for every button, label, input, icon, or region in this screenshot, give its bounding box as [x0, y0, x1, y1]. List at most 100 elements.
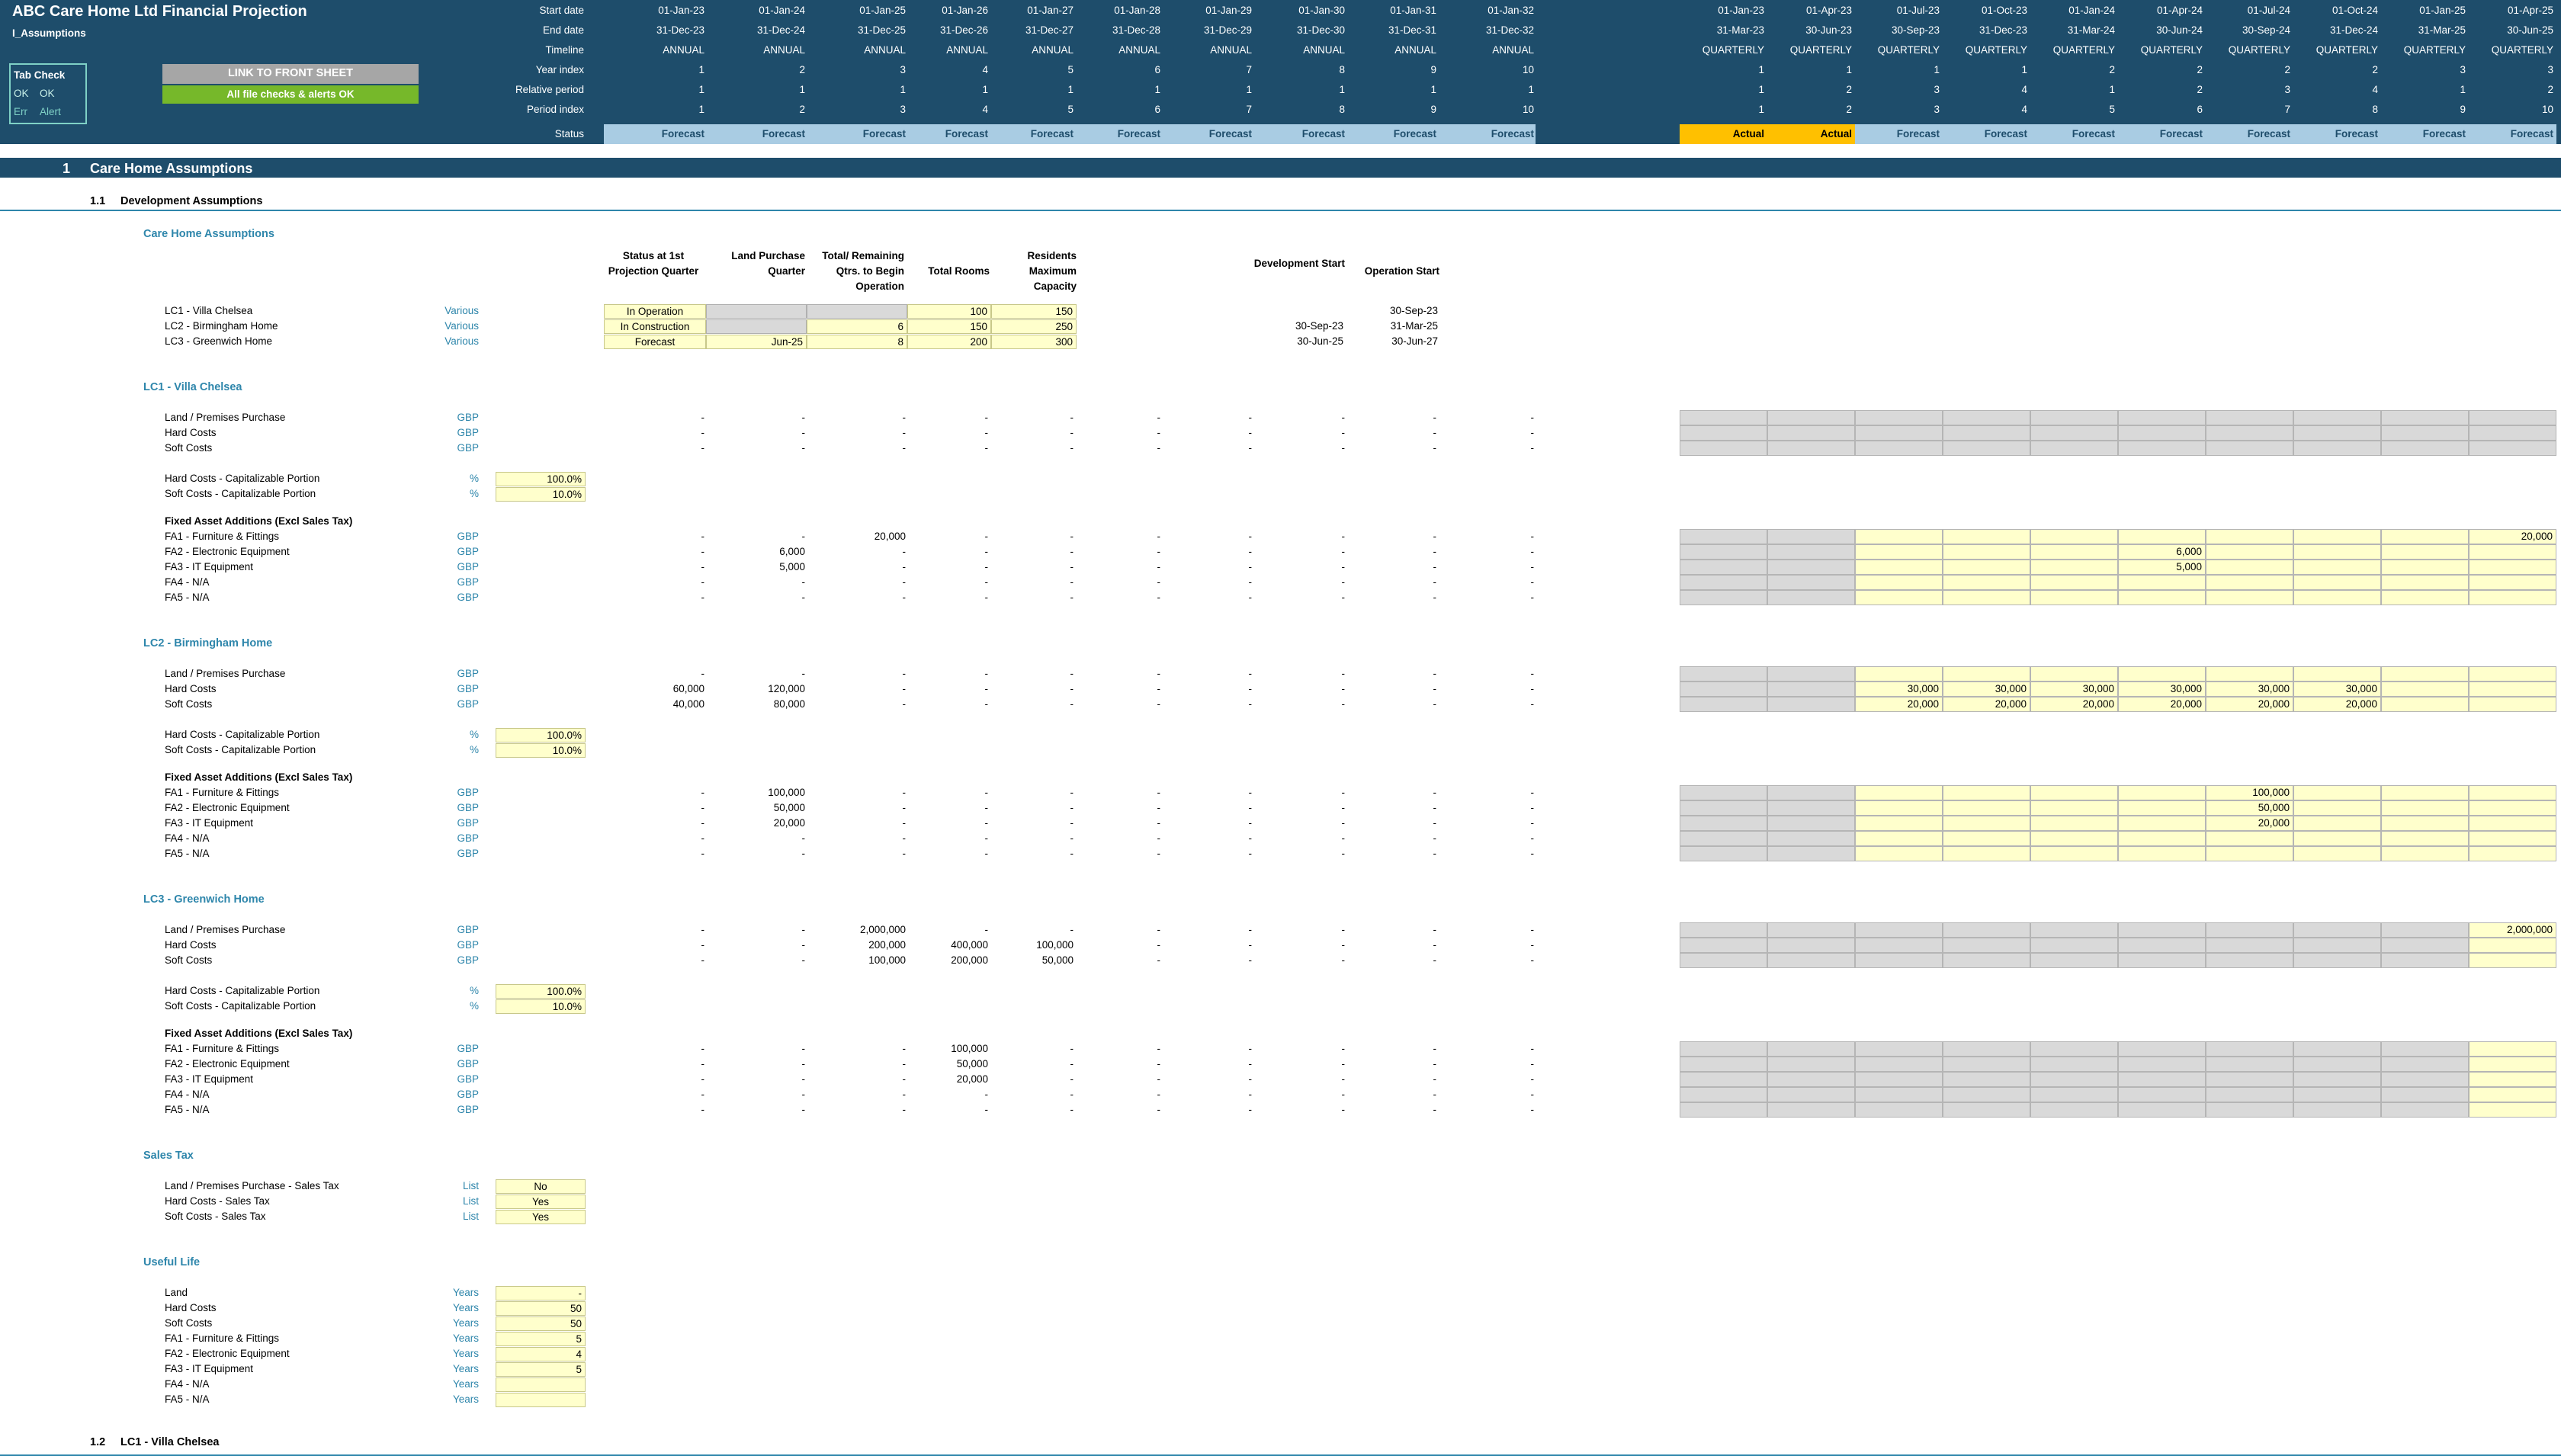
quarter-input-cell[interactable]	[2206, 410, 2293, 425]
useful-life-input[interactable]: 50	[496, 1301, 586, 1316]
quarter-input-cell[interactable]	[2293, 666, 2381, 681]
quarter-input-cell[interactable]	[2206, 529, 2293, 544]
quarter-input-cell[interactable]	[1943, 575, 2030, 590]
care-qtrs-input[interactable]	[807, 304, 907, 319]
quarter-input-cell[interactable]	[2030, 1057, 2118, 1072]
useful-life-input[interactable]	[496, 1377, 586, 1392]
quarter-input-cell[interactable]	[1943, 441, 2030, 456]
quarter-input-cell[interactable]	[1943, 816, 2030, 831]
quarter-input-cell[interactable]	[2293, 441, 2381, 456]
quarter-input-cell[interactable]: 50,000	[2206, 800, 2293, 816]
quarter-input-cell[interactable]	[1680, 922, 1767, 938]
quarter-input-cell[interactable]	[2381, 816, 2469, 831]
quarter-input-cell[interactable]	[2118, 410, 2206, 425]
quarter-input-cell[interactable]	[1855, 590, 1943, 605]
quarter-input-cell[interactable]	[1855, 816, 1943, 831]
quarter-input-cell[interactable]	[2118, 938, 2206, 953]
quarter-input-cell[interactable]	[2118, 529, 2206, 544]
quarter-input-cell[interactable]	[1680, 831, 1767, 846]
care-rooms-input[interactable]: 150	[907, 319, 991, 334]
quarter-input-cell[interactable]	[2381, 1102, 2469, 1118]
quarter-input-cell[interactable]	[1680, 953, 1767, 968]
quarter-input-cell[interactable]	[2469, 953, 2556, 968]
quarter-input-cell[interactable]	[2030, 425, 2118, 441]
quarter-input-cell[interactable]	[2469, 1087, 2556, 1102]
quarter-input-cell[interactable]	[2118, 1087, 2206, 1102]
quarter-input-cell[interactable]	[1680, 1057, 1767, 1072]
quarter-input-cell[interactable]	[1680, 1041, 1767, 1057]
quarter-input-cell[interactable]	[2469, 425, 2556, 441]
cap-input[interactable]: 10.0%	[496, 999, 586, 1014]
quarter-input-cell[interactable]	[2206, 1057, 2293, 1072]
quarter-input-cell[interactable]: 20,000	[2469, 529, 2556, 544]
quarter-input-cell[interactable]	[1680, 816, 1767, 831]
quarter-input-cell[interactable]	[2030, 800, 2118, 816]
quarter-input-cell[interactable]	[2469, 441, 2556, 456]
useful-life-input[interactable]: -	[496, 1286, 586, 1300]
quarter-input-cell[interactable]	[1767, 1072, 1855, 1087]
quarter-input-cell[interactable]	[2206, 1041, 2293, 1057]
quarter-input-cell[interactable]	[2469, 666, 2556, 681]
quarter-input-cell[interactable]	[1767, 441, 1855, 456]
quarter-input-cell[interactable]	[2206, 575, 2293, 590]
quarter-input-cell[interactable]	[1943, 800, 2030, 816]
quarter-input-cell[interactable]: 20,000	[2030, 697, 2118, 712]
quarter-input-cell[interactable]	[2381, 575, 2469, 590]
quarter-input-cell[interactable]	[2118, 1102, 2206, 1118]
care-rooms-input[interactable]: 200	[907, 335, 991, 349]
quarter-input-cell[interactable]	[2469, 1041, 2556, 1057]
quarter-input-cell[interactable]	[1767, 560, 1855, 575]
sales-tax-select[interactable]: Yes	[496, 1195, 586, 1209]
quarter-input-cell[interactable]	[2206, 425, 2293, 441]
quarter-input-cell[interactable]	[2381, 1072, 2469, 1087]
quarter-input-cell[interactable]	[2030, 922, 2118, 938]
quarter-input-cell[interactable]: 2,000,000	[2469, 922, 2556, 938]
quarter-input-cell[interactable]	[2030, 1072, 2118, 1087]
quarter-input-cell[interactable]: 20,000	[1855, 697, 1943, 712]
quarter-input-cell[interactable]	[2118, 816, 2206, 831]
quarter-input-cell[interactable]	[2469, 1057, 2556, 1072]
quarter-input-cell[interactable]	[2293, 410, 2381, 425]
quarter-input-cell[interactable]	[1767, 938, 1855, 953]
cap-input[interactable]: 10.0%	[496, 743, 586, 758]
quarter-input-cell[interactable]	[2118, 831, 2206, 846]
quarter-input-cell[interactable]	[1943, 922, 2030, 938]
quarter-input-cell[interactable]	[2293, 425, 2381, 441]
quarter-input-cell[interactable]	[2293, 800, 2381, 816]
quarter-input-cell[interactable]	[1943, 666, 2030, 681]
quarter-input-cell[interactable]	[2381, 410, 2469, 425]
quarter-input-cell[interactable]	[2293, 922, 2381, 938]
quarter-input-cell[interactable]	[1680, 441, 1767, 456]
quarter-input-cell[interactable]	[2206, 1102, 2293, 1118]
quarter-input-cell[interactable]	[2206, 846, 2293, 861]
quarter-input-cell[interactable]	[1767, 953, 1855, 968]
quarter-input-cell[interactable]	[1943, 590, 2030, 605]
quarter-input-cell[interactable]	[1680, 1072, 1767, 1087]
quarter-input-cell[interactable]	[2206, 938, 2293, 953]
quarter-input-cell[interactable]	[1767, 666, 1855, 681]
quarter-input-cell[interactable]	[2293, 816, 2381, 831]
quarter-input-cell[interactable]	[1680, 590, 1767, 605]
quarter-input-cell[interactable]	[2293, 938, 2381, 953]
quarter-input-cell[interactable]	[2381, 560, 2469, 575]
quarter-input-cell[interactable]	[1680, 575, 1767, 590]
quarter-input-cell[interactable]	[2469, 544, 2556, 560]
quarter-input-cell[interactable]	[2381, 846, 2469, 861]
quarter-input-cell[interactable]	[2469, 938, 2556, 953]
sales-tax-select[interactable]: No	[496, 1179, 586, 1194]
quarter-input-cell[interactable]	[2469, 697, 2556, 712]
quarter-input-cell[interactable]	[1943, 1087, 2030, 1102]
quarter-input-cell[interactable]	[1680, 410, 1767, 425]
quarter-input-cell[interactable]	[1943, 953, 2030, 968]
quarter-input-cell[interactable]	[2293, 529, 2381, 544]
quarter-input-cell[interactable]	[1680, 529, 1767, 544]
quarter-input-cell[interactable]	[1680, 666, 1767, 681]
care-qtrs-input[interactable]: 6	[807, 319, 907, 334]
quarter-input-cell[interactable]	[2293, 831, 2381, 846]
quarter-input-cell[interactable]	[2381, 529, 2469, 544]
cap-input[interactable]: 100.0%	[496, 728, 586, 742]
care-status-input[interactable]: Forecast	[604, 335, 706, 349]
quarter-input-cell[interactable]	[1943, 1072, 2030, 1087]
quarter-input-cell[interactable]	[2030, 1087, 2118, 1102]
quarter-input-cell[interactable]	[1855, 953, 1943, 968]
